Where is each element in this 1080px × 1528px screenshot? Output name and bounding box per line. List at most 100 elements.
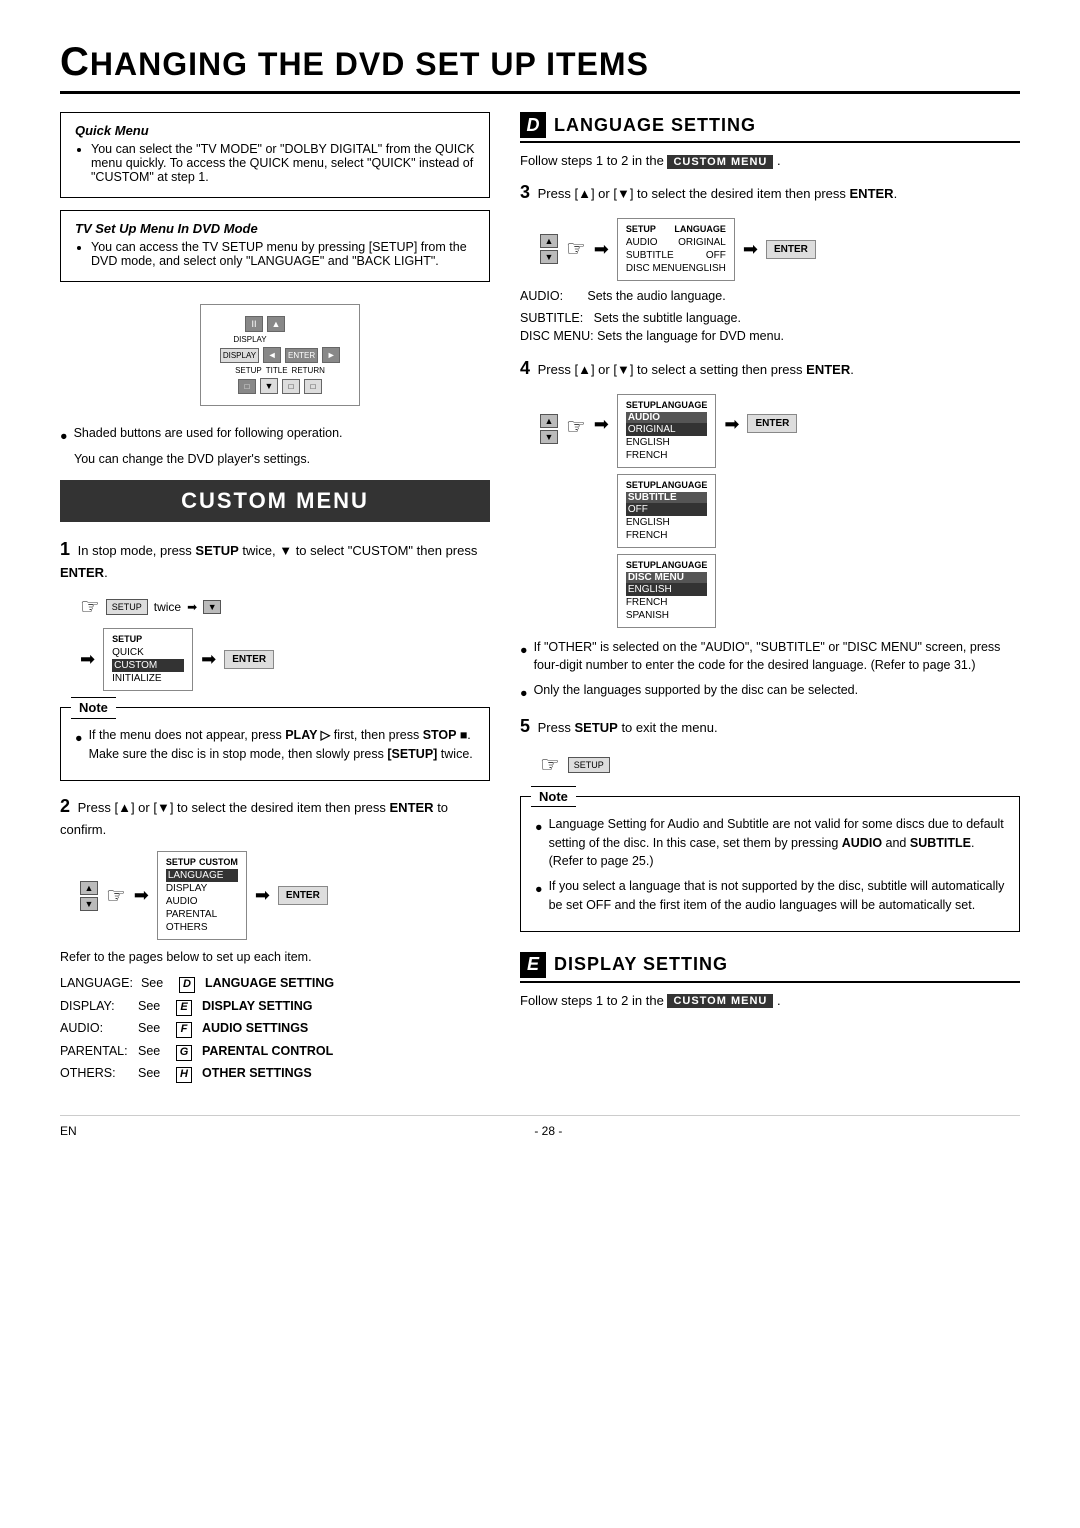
audio-desc: AUDIO: Sets the audio language.: [520, 289, 1020, 303]
follow-steps-e: Follow steps 1 to 2 in the CUSTOM MENU .: [520, 993, 1020, 1009]
step4-sub-french: FRENCH: [626, 529, 708, 542]
remote-return-btn: □: [304, 379, 322, 394]
title-first-letter: C: [60, 40, 90, 84]
right-column: D LANGUAGE SETTING Follow steps 1 to 2 i…: [520, 112, 1020, 1018]
step-4-screen-subtitle: SETUPLANGUAGE SUBTITLE OFF ENGLISH FRENC…: [617, 474, 717, 548]
step-2-screen-header: SETUPCUSTOM: [166, 857, 238, 867]
step-3-screen-header: SETUPLANGUAGE: [626, 224, 726, 234]
step-5-num: 5: [520, 716, 530, 736]
step-2-text: Press [▲] or [▼] to select the desired i…: [60, 800, 448, 837]
step3-audio-label: AUDIO: [626, 237, 658, 248]
step-4: 4 Press [▲] or [▼] to select a setting t…: [520, 355, 1020, 382]
refer-label-parental: PARENTAL:: [60, 1040, 130, 1063]
footer-left: EN: [60, 1124, 77, 1138]
refer-label-audio: AUDIO:: [60, 1017, 130, 1040]
step-3: 3 Press [▲] or [▼] to select the desired…: [520, 179, 1020, 206]
remote-display-btn: DISPLAY: [220, 348, 259, 363]
step2-audio: AUDIO: [166, 895, 238, 908]
quick-menu-box: Quick Menu You can select the "TV MODE" …: [60, 112, 490, 198]
step4-disc-french: FRENCH: [626, 596, 708, 609]
note-title-2: Note: [531, 786, 576, 808]
step2-parental: PARENTAL: [166, 908, 238, 921]
remote-diagram: II ▲ DISPLAY DISPLAY ◄ ENTER ► SETUP: [200, 304, 360, 406]
refer-see-f: See: [138, 1017, 168, 1040]
step-3-num: 3: [520, 182, 530, 202]
subtitle-desc: SUBTITLE: Sets the subtitle language.: [520, 311, 1020, 325]
nav-up-3: ▲: [540, 234, 558, 248]
note2-item-1: ● Language Setting for Audio and Subtitl…: [535, 815, 1005, 871]
refer-language: LANGUAGE: See D LANGUAGE SETTING: [60, 972, 490, 995]
nav-down-2: ▼: [80, 897, 98, 911]
page-title: CHANGING THE DVD SET UP ITEMS: [60, 40, 1020, 94]
nav-down-btn: ▼: [203, 600, 221, 614]
refer-audio: AUDIO: See F AUDIO SETTINGS: [60, 1017, 490, 1040]
refer-desc-e: DISPLAY SETTING: [202, 995, 312, 1018]
setup-exit-btn: SETUP: [568, 757, 610, 773]
step3-subtitle-label: SUBTITLE: [626, 250, 674, 261]
step-4-screen-audio: SETUPLANGUAGE AUDIO ORIGINAL ENGLISH FRE…: [617, 394, 717, 468]
custom-menu-tag-e: CUSTOM MENU: [667, 994, 773, 1008]
step4-audio-original: ORIGINAL: [626, 423, 708, 436]
step-2-diagram: ▲ ▼ ☞ ➡ SETUPCUSTOM LANGUAGE DISPLAY AUD…: [80, 851, 490, 940]
screen-item-custom: CUSTOM: [112, 659, 184, 672]
custom-menu-tag-d: CUSTOM MENU: [667, 155, 773, 169]
note-content-1: ● If the menu does not appear, press PLA…: [75, 726, 475, 764]
step-2-screen: SETUPCUSTOM LANGUAGE DISPLAY AUDIO PAREN…: [157, 851, 247, 940]
refer-label-others: OTHERS:: [60, 1062, 130, 1085]
refer-display: DISPLAY: See E DISPLAY SETTING: [60, 995, 490, 1018]
hand-icon-3: ☞: [566, 236, 586, 262]
footer-center: - 28 -: [534, 1124, 562, 1138]
screen-item-quick: QUICK: [112, 646, 184, 659]
step-4-diagram: ▲ ▼ ☞ ➡ SETUPLANGUAGE AUDIO ORIGINAL ENG…: [540, 394, 1020, 628]
step-2-num: 2: [60, 796, 70, 816]
step4-disc-english: ENGLISH: [626, 583, 708, 596]
twice-label: twice: [154, 600, 181, 614]
remote-title-btn: □: [282, 379, 300, 394]
step2-language: LANGUAGE: [166, 869, 238, 882]
bullet-1: ● If "OTHER" is selected on the "AUDIO",…: [520, 638, 1020, 676]
remote-right-btn: ►: [322, 347, 340, 363]
refer-see-g: See: [138, 1040, 168, 1063]
remote-setup-btn: □: [238, 379, 256, 394]
step4-sub-english: ENGLISH: [626, 516, 708, 529]
bullet-2: ● Only the languages supported by the di…: [520, 681, 1020, 703]
tv-setup-text: You can access the TV SETUP menu by pres…: [91, 240, 475, 268]
hand-icon-2: ☞: [106, 883, 126, 909]
step-4-num: 4: [520, 358, 530, 378]
step-1-screen-header: SETUP: [112, 634, 184, 644]
setup-btn-label: SETUP: [106, 599, 148, 615]
nav-arrows-4: ▲ ▼: [540, 414, 558, 444]
step-2: 2 Press [▲] or [▼] to select the desired…: [60, 793, 490, 840]
nav-up-4: ▲: [540, 414, 558, 428]
refer-letter-f: F: [176, 1022, 192, 1038]
step-5-diagram: ☞ SETUP: [540, 752, 1020, 778]
step-4-screen-discmenu: SETUPLANGUAGE DISC MENU ENGLISH FRENCH S…: [617, 554, 717, 628]
section-d-letter: D: [520, 112, 546, 138]
refer-label-language: LANGUAGE:: [60, 972, 133, 995]
refer-desc-d: LANGUAGE SETTING: [205, 972, 334, 995]
step4-audio-french: FRENCH: [626, 449, 708, 462]
enter-btn-mock-2: ENTER: [278, 886, 328, 905]
step-5: 5 Press SETUP to exit the menu.: [520, 713, 1020, 740]
section-e-title: DISPLAY SETTING: [554, 954, 728, 975]
nav-down-3: ▼: [540, 250, 558, 264]
remote-down-btn: ▼: [260, 378, 278, 394]
nav-up-2: ▲: [80, 881, 98, 895]
step-1: 1 In stop mode, press SETUP twice, ▼ to …: [60, 536, 490, 583]
step-1-screen: SETUP QUICK CUSTOM INITIALIZE: [103, 628, 193, 691]
left-column: Quick Menu You can select the "TV MODE" …: [60, 112, 490, 1085]
note-1-item-1: ● If the menu does not appear, press PLA…: [75, 726, 475, 764]
settings-note: You can change the DVD player's settings…: [74, 452, 490, 466]
refer-letter-e: E: [176, 1000, 192, 1016]
refer-desc-h: OTHER SETTINGS: [202, 1062, 312, 1085]
step4-sub-off: OFF: [626, 503, 708, 516]
step-4-text: Press [▲] or [▼] to select a setting the…: [538, 362, 854, 377]
step-3-text: Press [▲] or [▼] to select the desired i…: [538, 186, 898, 201]
shaded-note: ● Shaded buttons are used for following …: [60, 424, 490, 446]
step-4-subtitle-header: SETUPLANGUAGE: [626, 480, 708, 490]
step4-disc-spanish: SPANISH: [626, 609, 708, 622]
nav-arrows-2: ▲ ▼: [80, 881, 98, 911]
section-e-letter: E: [520, 952, 546, 978]
refer-others: OTHERS: See H OTHER SETTINGS: [60, 1062, 490, 1085]
step-5-text: Press SETUP to exit the menu.: [538, 720, 718, 735]
